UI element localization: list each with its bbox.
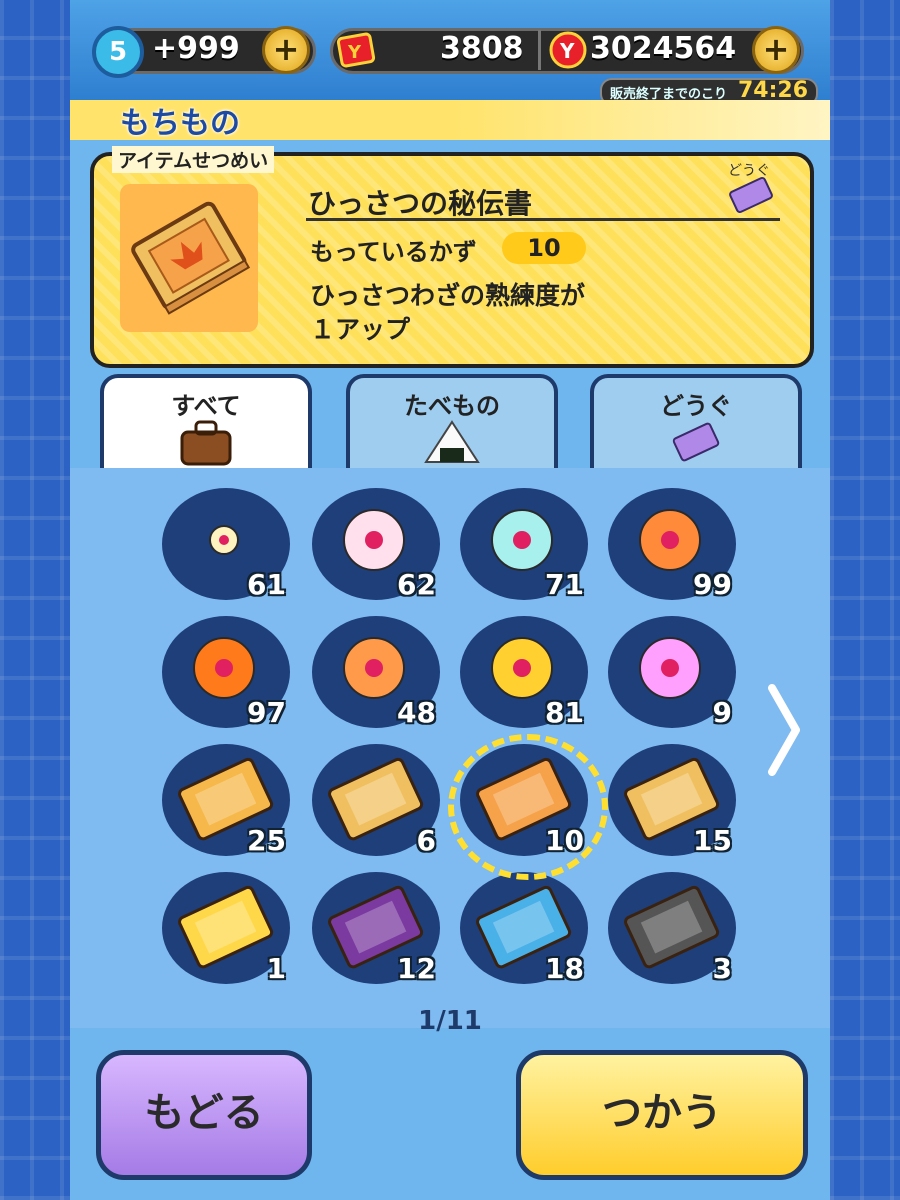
item-count: 48	[397, 696, 436, 729]
next-page-arrow-icon[interactable]	[764, 680, 804, 780]
item-count: 15	[693, 824, 732, 857]
level-badge: 5	[92, 26, 144, 78]
item-slot[interactable]: 9	[608, 616, 736, 729]
item-name: ひっさつの秘伝書	[308, 187, 533, 220]
owned-count-label: もっているかず	[310, 238, 477, 266]
item-slot[interactable]: 15	[608, 744, 736, 857]
item-count: 97	[247, 696, 286, 729]
item-count: 99	[693, 568, 732, 601]
item-slot[interactable]: 48	[312, 616, 440, 729]
item-count: 1	[266, 952, 286, 985]
tab-all-label: すべて	[171, 392, 241, 420]
item-count: 62	[397, 568, 436, 601]
item-slot[interactable]: 12	[312, 872, 440, 985]
ticket-currency-icon: Y	[336, 32, 376, 68]
name-underline	[306, 218, 780, 221]
add-stamina-button[interactable]: +	[262, 26, 310, 74]
selected-item-highlight	[448, 734, 608, 880]
use-button[interactable]: つかう	[516, 1050, 808, 1180]
selected-item-image	[120, 184, 258, 332]
item-slot[interactable]: 61	[162, 488, 290, 601]
add-currency-button[interactable]: +	[752, 26, 800, 74]
item-count: 61	[247, 568, 286, 601]
item-slot[interactable]: 18	[460, 872, 588, 985]
back-button[interactable]: もどる	[96, 1050, 312, 1180]
ticket-count: 3808	[440, 31, 524, 66]
item-slot[interactable]: 25	[162, 744, 290, 857]
bag-icon	[180, 420, 232, 466]
item-count: 81	[545, 696, 584, 729]
effect-text-line1: ひっさつわざの熟練度が	[310, 281, 586, 310]
tab-tools[interactable]: どうぐ	[590, 374, 802, 474]
effect-text-line2: １アップ	[310, 315, 411, 344]
description-section-label: アイテムせつめい	[112, 146, 275, 173]
item-slot[interactable]: 3	[608, 872, 736, 985]
tab-tools-label: どうぐ	[660, 392, 732, 420]
onigiri-icon	[424, 420, 480, 463]
item-count: 3	[712, 952, 732, 985]
owned-count-value: 10	[502, 232, 586, 264]
ticket-category-icon	[729, 176, 773, 214]
money-icon: Y	[549, 31, 587, 69]
item-slot[interactable]: 99	[608, 488, 736, 601]
stamina-value: +999	[152, 31, 240, 66]
tab-food[interactable]: たべもの	[346, 374, 558, 474]
item-count: 6	[416, 824, 436, 857]
item-slot[interactable]: 71	[460, 488, 588, 601]
money-count: 3024564	[590, 31, 737, 66]
page-indicator: 1/11	[418, 1006, 482, 1036]
ticket-icon	[672, 422, 720, 462]
item-slot[interactable]: 81	[460, 616, 588, 729]
currency-divider	[538, 30, 541, 70]
item-count: 25	[247, 824, 286, 857]
side-pattern-right	[830, 0, 900, 1200]
item-count: 12	[397, 952, 436, 985]
item-slot[interactable]: 1	[162, 872, 290, 985]
tab-food-label: たべもの	[404, 392, 500, 420]
item-slot[interactable]: 62	[312, 488, 440, 601]
page-title: もちもの	[120, 106, 240, 141]
side-pattern-left	[0, 0, 70, 1200]
svg-text:Y: Y	[347, 42, 362, 63]
item-count: 9	[712, 696, 732, 729]
hiden-book-icon	[131, 201, 251, 315]
item-count: 71	[545, 568, 584, 601]
item-count: 18	[545, 952, 584, 985]
item-slot[interactable]: 97	[162, 616, 290, 729]
svg-text:Y: Y	[559, 39, 575, 63]
item-slot[interactable]: 6	[312, 744, 440, 857]
